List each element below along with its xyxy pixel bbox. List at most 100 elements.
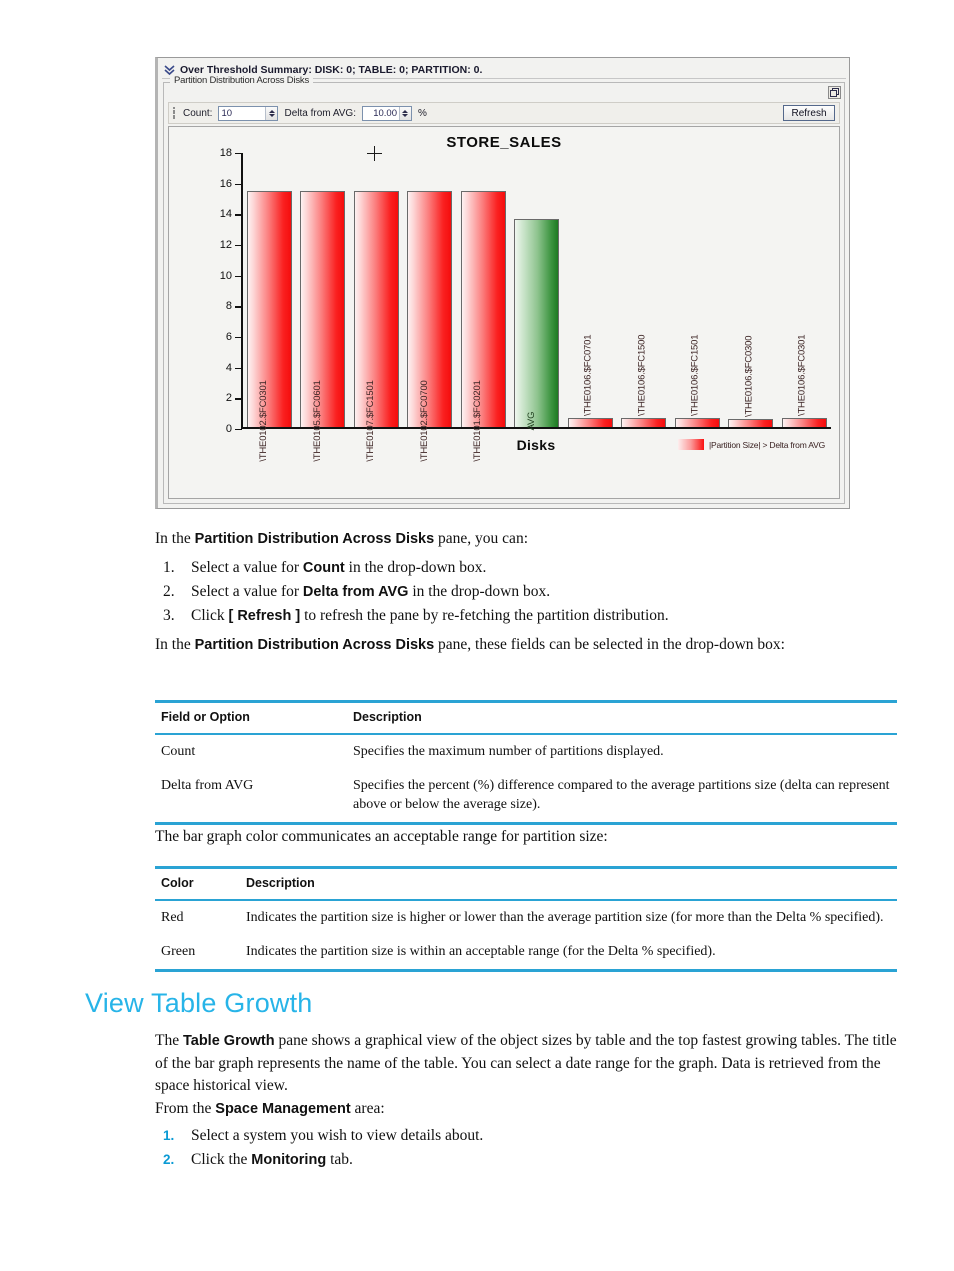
y-tick-mark (235, 306, 242, 308)
application-screenshot: Over Threshold Summary: DISK: 0; TABLE: … (155, 57, 850, 509)
intro-1-bold: Partition Distribution Across Disks (194, 531, 435, 547)
table-row: Red Indicates the partition size is highe… (155, 899, 897, 935)
list-item-bold: Monitoring (251, 1152, 327, 1168)
fields-table-head: Field or Option Description (155, 700, 897, 734)
refresh-button[interactable]: Refresh (783, 105, 835, 121)
chart-bar[interactable]: \THE0106.$FC0300 (728, 336, 774, 428)
list-item: 3. Click [ Refresh ] to refresh the pane … (155, 604, 915, 628)
y-tick-label: 2 (225, 392, 232, 405)
intro-paragraph-1: In the Partition Distribution Across Dis… (155, 528, 915, 551)
chart-bar-label: \THE0106.$FC1500 (636, 334, 648, 417)
list-item-number: 3. (163, 607, 175, 624)
chart-bar[interactable]: \THE0106.$FC1501 (674, 334, 720, 428)
chart-bar-slot[interactable]: \THE0106.$FC0701 (564, 153, 617, 428)
from-area-paragraph: From the Space Management area: (155, 1098, 907, 1121)
table-cell: Green (161, 944, 196, 959)
intro-1-pre: In the (155, 530, 195, 547)
chart-bar[interactable]: \THE0101.$FC0201 (460, 191, 506, 462)
chart-bar-slot[interactable]: \THE0106.$FC1500 (617, 153, 670, 428)
count-stepper[interactable] (218, 105, 279, 121)
list-item: 1. Select a value for Count in the drop-d… (155, 556, 915, 580)
count-label: Count: (183, 107, 213, 119)
color-intro-paragraph: The bar graph color communicates an acce… (155, 828, 608, 845)
from-area-pre: From the (155, 1100, 216, 1117)
chart-bar[interactable]: AVG (514, 218, 560, 431)
delta-spinner-arrows[interactable] (398, 106, 411, 120)
colors-table-head: Color Description (155, 866, 897, 900)
list-item-text-post: in the drop-down box. (344, 559, 487, 576)
chart-bar-slot[interactable]: \THE0102.$FC0700 (403, 153, 456, 462)
chart-bar[interactable]: \THE0107.$FC1501 (353, 191, 399, 462)
chart-bar-slot[interactable]: \THE0105.$FC0601 (296, 153, 349, 462)
chart-bars: \THE0102.$FC0301 \THE0105.$FC0601 \THE0107… (243, 153, 831, 462)
list-item: 2. Select a value for Delta from AVG in t… (155, 580, 915, 604)
chart-bar-slot[interactable]: \THE0106.$FC1501 (670, 153, 723, 428)
table-bottom-rule (155, 969, 897, 973)
list-item: 2. Click the Monitoring tab. (155, 1148, 907, 1172)
chart-bar[interactable]: \THE0105.$FC0601 (300, 191, 346, 462)
table-cell: Red (155, 899, 240, 935)
y-tick-label: 18 (219, 147, 232, 159)
list-item-text: Select a value for (191, 559, 303, 576)
chart-plot-area: 0 2 4 6 8 10 12 14 16 18 \THE0102.$FC0301 \THE0105… (220, 147, 831, 462)
table-bottom-rule (155, 822, 897, 826)
chart-bar[interactable]: \THE0102.$FC0700 (407, 191, 453, 462)
chart-bar-slot[interactable]: \THE0107.$FC1501 (350, 153, 403, 462)
chart-bar[interactable]: \THE0102.$FC0301 (246, 191, 292, 462)
y-tick-mark (235, 337, 242, 339)
list-item-text: Select a system you wish to view details… (191, 1127, 484, 1144)
table-cell: Specifies the maximum number of partitio… (347, 733, 897, 769)
chart-bar[interactable]: \THE0106.$FC0701 (567, 334, 613, 428)
delta-from-avg-input[interactable] (362, 106, 399, 120)
count-spinner-arrows[interactable] (265, 106, 278, 120)
list-item-text-post: in the drop-down box. (408, 583, 551, 600)
spinner-up-icon[interactable] (268, 109, 275, 113)
growth-bold: Table Growth (182, 1033, 275, 1049)
y-tick-label: 16 (219, 177, 232, 190)
intro-2-bold: Partition Distribution Across Disks (194, 637, 435, 653)
y-tick-label: 14 (219, 208, 232, 221)
list-item-text-post: tab. (326, 1151, 353, 1168)
table-row: Delta from AVG Specifies the percent (%) … (155, 769, 897, 824)
fields-table-header-0: Field or Option (155, 700, 347, 734)
intro-paragraph-2: In the Partition Distribution Across Dis… (155, 634, 905, 657)
partition-distribution-group: Partition Distribution Across Disks Coun… (163, 75, 845, 504)
chart-bar-label: \THE0106.$FC1501 (689, 334, 701, 416)
y-tick-mark (235, 153, 242, 155)
chart-bar-slot[interactable]: AVG (510, 153, 563, 431)
group-legend-label: Partition Distribution Across Disks (170, 75, 314, 86)
list-item-bold: [ Refresh ] (228, 608, 301, 624)
restore-window-icon[interactable] (828, 86, 841, 99)
list-item-number: 2. (163, 1152, 175, 1167)
y-tick-mark (235, 275, 242, 278)
chart-bar-slot[interactable]: \THE0106.$FC0301 (777, 153, 830, 428)
chart-bar[interactable]: \THE0106.$FC0301 (781, 335, 827, 428)
from-area-bold: Space Management (215, 1101, 351, 1117)
spinner-up-icon[interactable] (402, 109, 409, 113)
y-tick-label: 12 (219, 239, 232, 251)
double-chevron-down-icon[interactable] (164, 64, 175, 76)
legend-label: |Partition Size| > Delta from AVG (709, 439, 825, 450)
y-tick-label: 4 (225, 361, 232, 374)
y-tick-mark (235, 183, 242, 186)
spinner-down-icon[interactable] (402, 113, 409, 117)
page-section-heading: View Table Growth (85, 988, 313, 1018)
count-input[interactable] (219, 106, 266, 120)
delta-from-avg-stepper[interactable] (361, 105, 412, 121)
chart-bar[interactable]: \THE0106.$FC1500 (621, 335, 667, 428)
list-item-text-post: to refresh the pane by re-fetching the p… (300, 607, 669, 624)
chart-bar-slot[interactable]: \THE0101.$FC0201 (457, 153, 510, 462)
table-cell: Delta from AVG (161, 778, 254, 793)
list-item-text: Click (191, 607, 229, 624)
chart-bar-slot[interactable]: \THE0102.$FC0301 (243, 153, 296, 462)
y-tick-label: 6 (225, 331, 232, 343)
intro-1-post: pane, you can: (434, 530, 528, 547)
spinner-down-icon[interactable] (268, 113, 275, 117)
list-item-text: Select a value for (191, 583, 303, 600)
list-item: 1. Select a system you wish to view detai… (155, 1124, 907, 1148)
chart-bar-slot[interactable]: \THE0106.$FC0300 (724, 153, 777, 428)
toolbar-grip-icon[interactable] (173, 106, 177, 120)
colors-table-header-0: Color (155, 866, 240, 900)
chart-title: STORE_SALES (446, 134, 562, 151)
steps-list-1: 1. Select a value for Count in the drop-d… (155, 556, 915, 628)
